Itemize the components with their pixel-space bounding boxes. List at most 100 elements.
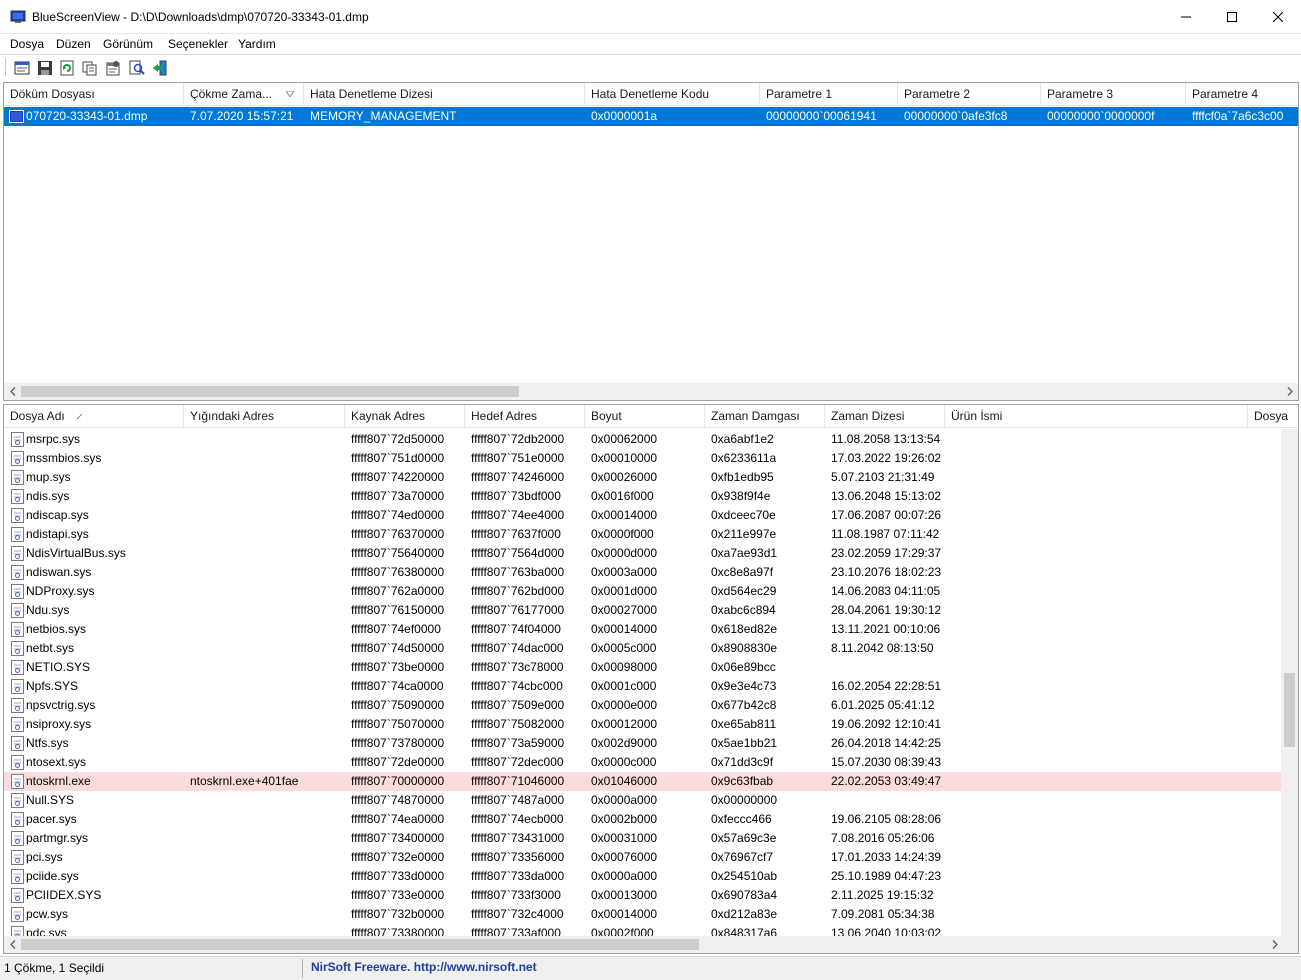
refresh-button[interactable] bbox=[57, 58, 76, 77]
to-address-cell: fffff807`7509e000 bbox=[471, 698, 565, 712]
to-address-cell: fffff807`733f3000 bbox=[471, 888, 561, 902]
time-stamp-cell: 0x690783a4 bbox=[711, 888, 778, 902]
column-header-bug-check-code[interactable]: Hata Denetleme Kodu bbox=[585, 83, 760, 106]
column-header-parameter-1[interactable]: Parametre 1 bbox=[760, 83, 898, 106]
scrollbar-thumb[interactable] bbox=[21, 386, 519, 397]
driver-row[interactable]: mssmbios.sys fffff807`751d0000 fffff807`75… bbox=[4, 449, 1283, 468]
scroll-left-button[interactable] bbox=[4, 383, 21, 400]
from-address-cell: fffff807`74d50000 bbox=[351, 641, 445, 655]
driver-row[interactable]: partmgr.sys fffff807`73400000 fffff807`734… bbox=[4, 829, 1283, 848]
driver-row[interactable]: NDProxy.sys fffff807`762a0000 fffff807`762… bbox=[4, 582, 1283, 601]
driver-row[interactable]: nsiproxy.sys fffff807`75070000 fffff807`75… bbox=[4, 715, 1283, 734]
time-stamp-cell: 0xd212a83e bbox=[711, 907, 778, 921]
column-header-parameter-2[interactable]: Parametre 2 bbox=[898, 83, 1041, 106]
advanced-options-button[interactable] bbox=[103, 58, 122, 77]
driver-row[interactable]: netbt.sys fffff807`74d50000 fffff807`74dac… bbox=[4, 639, 1283, 658]
column-header-dump-file[interactable]: Döküm Dosyası bbox=[4, 83, 184, 106]
menu-edit[interactable]: Düzen bbox=[56, 36, 91, 52]
size-cell: 0x00014000 bbox=[591, 508, 658, 522]
to-address-cell: fffff807`74246000 bbox=[471, 470, 565, 484]
column-header-file-description[interactable]: Dosya bbox=[1248, 405, 1298, 428]
file-name-cell: ndiscap.sys bbox=[26, 508, 89, 522]
nirsoft-link[interactable]: NirSoft Freeware. http://www.nirsoft.net bbox=[311, 960, 537, 974]
column-header-parameter-3[interactable]: Parametre 3 bbox=[1041, 83, 1186, 106]
driver-row[interactable]: Null.SYS fffff807`74870000 fffff807`7487a0… bbox=[4, 791, 1283, 810]
driver-row[interactable]: Ndu.sys fffff807`76150000 fffff807`7617700… bbox=[4, 601, 1283, 620]
driver-row[interactable]: pciide.sys fffff807`733d0000 fffff807`733d… bbox=[4, 867, 1283, 886]
driver-row[interactable]: ndiswan.sys fffff807`76380000 fffff807`763… bbox=[4, 563, 1283, 582]
column-header-time-string[interactable]: Zaman Dizesi bbox=[825, 405, 945, 428]
column-header-crash-time[interactable]: Çökme Zama... bbox=[184, 83, 304, 106]
column-header-to-address[interactable]: Hedef Adres bbox=[465, 405, 585, 428]
save-button[interactable] bbox=[35, 58, 54, 77]
column-header-size[interactable]: Boyut bbox=[585, 405, 705, 428]
driver-row[interactable]: PCIIDEX.SYS fffff807`733e0000 fffff807`733… bbox=[4, 886, 1283, 905]
from-address-cell: fffff807`762a0000 bbox=[351, 584, 445, 598]
driver-row[interactable]: pacer.sys fffff807`74ea0000 fffff807`74ecb… bbox=[4, 810, 1283, 829]
time-stamp-cell: 0xabc6c894 bbox=[711, 603, 776, 617]
menu-view[interactable]: Görünüm bbox=[103, 36, 153, 52]
menu-file[interactable]: Dosya bbox=[10, 36, 44, 52]
driver-row[interactable]: NdisVirtualBus.sys fffff807`75640000 fffff… bbox=[4, 544, 1283, 563]
scrollbar-thumb[interactable] bbox=[21, 939, 699, 950]
crash-list[interactable]: Döküm Dosyası Çökme Zama... Hata Denetle… bbox=[3, 82, 1299, 401]
driver-list-vertical-scrollbar[interactable] bbox=[1281, 429, 1298, 938]
find-button[interactable] bbox=[127, 58, 146, 77]
bug-check-code-cell: 0x0000001a bbox=[591, 109, 658, 123]
scrollbar-thumb[interactable] bbox=[1284, 673, 1295, 747]
driver-row[interactable]: mup.sys fffff807`74220000 fffff807`7424600… bbox=[4, 468, 1283, 487]
time-stamp-cell: 0x6233611a bbox=[711, 451, 777, 465]
driver-row[interactable]: pdc.sys fffff807`73380000 fffff807`733af00… bbox=[4, 924, 1283, 941]
crash-row[interactable]: 070720-33343-01.dmp 7.07.2020 15:57:21 M… bbox=[4, 107, 1298, 126]
size-cell: 0x0016f000 bbox=[591, 489, 654, 503]
driver-row[interactable]: netbios.sys fffff807`74ef0000 fffff807`74f… bbox=[4, 620, 1283, 639]
column-header-bug-check-string[interactable]: Hata Denetleme Dizesi bbox=[304, 83, 585, 106]
scroll-left-button[interactable] bbox=[4, 936, 21, 953]
time-stamp-cell: 0x938f9f4e bbox=[711, 489, 771, 503]
driver-row[interactable]: pcw.sys fffff807`732b0000 fffff807`732c400… bbox=[4, 905, 1283, 924]
menu-options[interactable]: Seçenekler bbox=[168, 36, 228, 52]
driver-row[interactable]: ntosext.sys fffff807`72de0000 fffff807`72d… bbox=[4, 753, 1283, 772]
stack-address-cell bbox=[184, 791, 345, 810]
file-name-cell: mup.sys bbox=[26, 470, 71, 484]
column-header-product-name[interactable]: Ürün İsmi bbox=[945, 405, 1248, 428]
scroll-right-button[interactable] bbox=[1281, 383, 1298, 400]
driver-list-horizontal-scrollbar[interactable] bbox=[4, 936, 1298, 953]
stack-address-cell: ntoskrnl.exe+401fae bbox=[190, 774, 299, 788]
close-button[interactable] bbox=[1255, 0, 1301, 34]
exit-button[interactable] bbox=[150, 58, 169, 77]
driver-row[interactable]: Ntfs.sys fffff807`73780000 fffff807`73a590… bbox=[4, 734, 1283, 753]
time-string-cell: 17.03.2022 19:26:02 bbox=[831, 451, 942, 465]
scroll-right-button[interactable] bbox=[1266, 936, 1283, 953]
driver-row[interactable]: msrpc.sys fffff807`72d50000 fffff807`72db2… bbox=[4, 430, 1283, 449]
from-address-cell: fffff807`72de0000 bbox=[351, 755, 445, 769]
maximize-button[interactable] bbox=[1209, 0, 1255, 34]
driver-row[interactable]: Npfs.SYS fffff807`74ca0000 fffff807`74cbc0… bbox=[4, 677, 1283, 696]
column-header-stack-address[interactable]: Yığındaki Adres bbox=[184, 405, 345, 428]
from-address-cell: fffff807`733e0000 bbox=[351, 888, 445, 902]
properties-button[interactable] bbox=[12, 58, 31, 77]
stack-address-cell bbox=[184, 905, 345, 924]
column-header-time-stamp[interactable]: Zaman Damgası bbox=[705, 405, 825, 428]
column-header-parameter-4[interactable]: Parametre 4 bbox=[1186, 83, 1298, 106]
time-string-cell: 19.06.2105 08:28:06 bbox=[831, 812, 942, 826]
crash-list-horizontal-scrollbar[interactable] bbox=[4, 383, 1298, 400]
stack-address-cell bbox=[184, 525, 345, 544]
driver-row[interactable]: NETIO.SYS fffff807`73be0000 fffff807`73c78… bbox=[4, 658, 1283, 677]
time-stamp-cell: 0x06e89bcc bbox=[711, 660, 776, 674]
menu-help[interactable]: Yardım bbox=[238, 36, 276, 52]
column-header-from-address[interactable]: Kaynak Adres bbox=[345, 405, 465, 428]
driver-row[interactable]: pci.sys fffff807`732e0000 fffff807`7335600… bbox=[4, 848, 1283, 867]
driver-row[interactable]: ndis.sys fffff807`73a70000 fffff807`73bdf0… bbox=[4, 487, 1283, 506]
driver-list[interactable]: Dosya Adı Yığındaki Adres Kaynak Adres H… bbox=[3, 404, 1299, 954]
column-header-file-name[interactable]: Dosya Adı bbox=[4, 405, 184, 428]
driver-row[interactable]: ndistapi.sys fffff807`76370000 fffff807`76… bbox=[4, 525, 1283, 544]
status-bar: 1 Çökme, 1 Seçildi NirSoft Freeware. htt… bbox=[0, 956, 1301, 980]
minimize-button[interactable] bbox=[1163, 0, 1209, 34]
copy-button[interactable] bbox=[80, 58, 99, 77]
driver-row[interactable]: ndiscap.sys fffff807`74ed0000 fffff807`74e… bbox=[4, 506, 1283, 525]
size-cell: 0x00062000 bbox=[591, 432, 658, 446]
driver-row[interactable]: ntoskrnl.exe ntoskrnl.exe+401fae fffff807`… bbox=[4, 772, 1283, 791]
time-string-cell: 7.09.2081 05:34:38 bbox=[831, 907, 935, 921]
driver-row[interactable]: npsvctrig.sys fffff807`75090000 fffff807`7… bbox=[4, 696, 1283, 715]
